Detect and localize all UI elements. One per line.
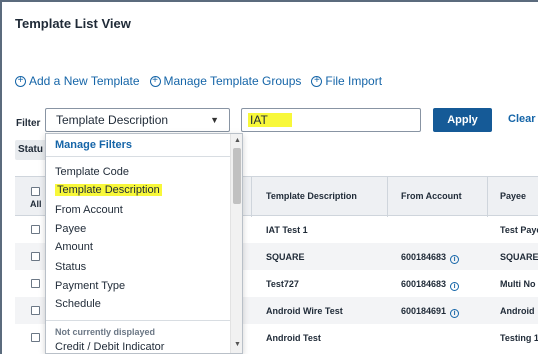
- scroll-down-arrow-icon[interactable]: ▼: [234, 341, 241, 348]
- row-checkbox[interactable]: [31, 279, 40, 288]
- info-icon[interactable]: i: [450, 282, 460, 291]
- col-header-template-description[interactable]: Template Description: [266, 191, 357, 201]
- clear-link[interactable]: Clear: [508, 113, 536, 125]
- row-account: 600184683 i: [401, 279, 460, 291]
- row-payee: Android: [500, 306, 535, 316]
- column-divider: [387, 177, 388, 217]
- row-account-number: 600184691: [401, 306, 447, 316]
- row-checkbox[interactable]: [31, 306, 40, 315]
- filter-label: Filter: [16, 118, 41, 129]
- filter-input-value: IAT: [248, 113, 292, 127]
- col-header-from-account[interactable]: From Account: [401, 191, 462, 201]
- info-icon[interactable]: i: [450, 309, 460, 318]
- filter-field-select[interactable]: Template Description ▼: [45, 108, 230, 132]
- row-payee: Multi No: [500, 279, 536, 289]
- dropdown-option-credit-debit[interactable]: Credit / Debit Indicator: [55, 341, 164, 353]
- dropdown-divider: [46, 156, 230, 157]
- dropdown-divider: [46, 320, 230, 321]
- dropdown-option-payment-type[interactable]: Payment Type: [55, 280, 125, 292]
- row-description: Android Wire Test: [266, 306, 343, 316]
- dropdown-option-template-code[interactable]: Template Code: [55, 166, 129, 178]
- row-checkbox[interactable]: [31, 333, 40, 342]
- circle-plus-icon: +: [149, 75, 161, 87]
- action-links: + Add a New Template + Manage Template G…: [15, 74, 382, 88]
- dropdown-scrollbar[interactable]: ▲ ▼: [230, 134, 242, 353]
- add-template-label: Add a New Template: [29, 74, 140, 88]
- manage-filters-link[interactable]: Manage Filters: [55, 139, 132, 151]
- row-account: 600184683 i: [401, 252, 460, 264]
- row-account-number: 600184683: [401, 279, 447, 289]
- scroll-up-arrow-icon[interactable]: ▲: [234, 137, 241, 144]
- manage-template-groups-link[interactable]: + Manage Template Groups: [149, 74, 302, 88]
- chevron-down-icon: ▼: [210, 115, 219, 125]
- dropdown-option-status[interactable]: Status: [55, 261, 86, 273]
- row-account-number: 600184683: [401, 252, 447, 262]
- column-divider: [487, 177, 488, 217]
- dropdown-option-label: Template Description: [55, 184, 162, 196]
- circle-plus-icon: +: [15, 75, 26, 87]
- row-account: 600184691 i: [401, 306, 460, 318]
- dropdown-option-schedule[interactable]: Schedule: [55, 298, 101, 310]
- filter-select-value: Template Description: [56, 113, 169, 127]
- col-header-payee[interactable]: Payee: [500, 191, 526, 201]
- info-icon[interactable]: i: [450, 255, 460, 264]
- row-description: Android Test: [266, 333, 321, 343]
- row-checkbox[interactable]: [31, 252, 40, 261]
- apply-button[interactable]: Apply: [433, 108, 492, 132]
- row-payee: SQUARE: [500, 252, 538, 262]
- select-all-checkbox[interactable]: [31, 187, 40, 196]
- circle-plus-icon: +: [311, 75, 323, 87]
- row-payee: Test Paye: [500, 225, 538, 235]
- scrollbar-thumb[interactable]: [233, 148, 241, 204]
- column-divider: [251, 177, 252, 217]
- file-import-link[interactable]: + File Import: [311, 74, 382, 88]
- filter-field-dropdown: Manage Filters Template Code Template De…: [45, 133, 243, 354]
- manage-groups-label: Manage Template Groups: [163, 74, 302, 88]
- dropdown-option-template-description[interactable]: Template Description: [55, 184, 162, 196]
- dropdown-option-from-account[interactable]: From Account: [55, 204, 123, 216]
- window-top-border: [0, 0, 538, 2]
- row-description: IAT Test 1: [266, 225, 308, 235]
- page-title: Template List View: [15, 16, 131, 31]
- select-all-label: All: [30, 199, 42, 209]
- row-payee: Testing 1: [500, 333, 538, 343]
- add-template-link[interactable]: + Add a New Template: [15, 74, 140, 88]
- dropdown-group-label: Not currently displayed: [55, 327, 156, 337]
- dropdown-option-payee[interactable]: Payee: [55, 223, 86, 235]
- row-description: Test727: [266, 279, 299, 289]
- filter-value-input[interactable]: IAT: [241, 108, 421, 132]
- status-filter-chip[interactable]: Statu: [15, 140, 49, 160]
- file-import-label: File Import: [325, 74, 383, 88]
- row-checkbox[interactable]: [31, 225, 40, 234]
- window-left-border: [0, 0, 2, 354]
- row-description: SQUARE: [266, 252, 305, 262]
- dropdown-option-amount[interactable]: Amount: [55, 241, 93, 253]
